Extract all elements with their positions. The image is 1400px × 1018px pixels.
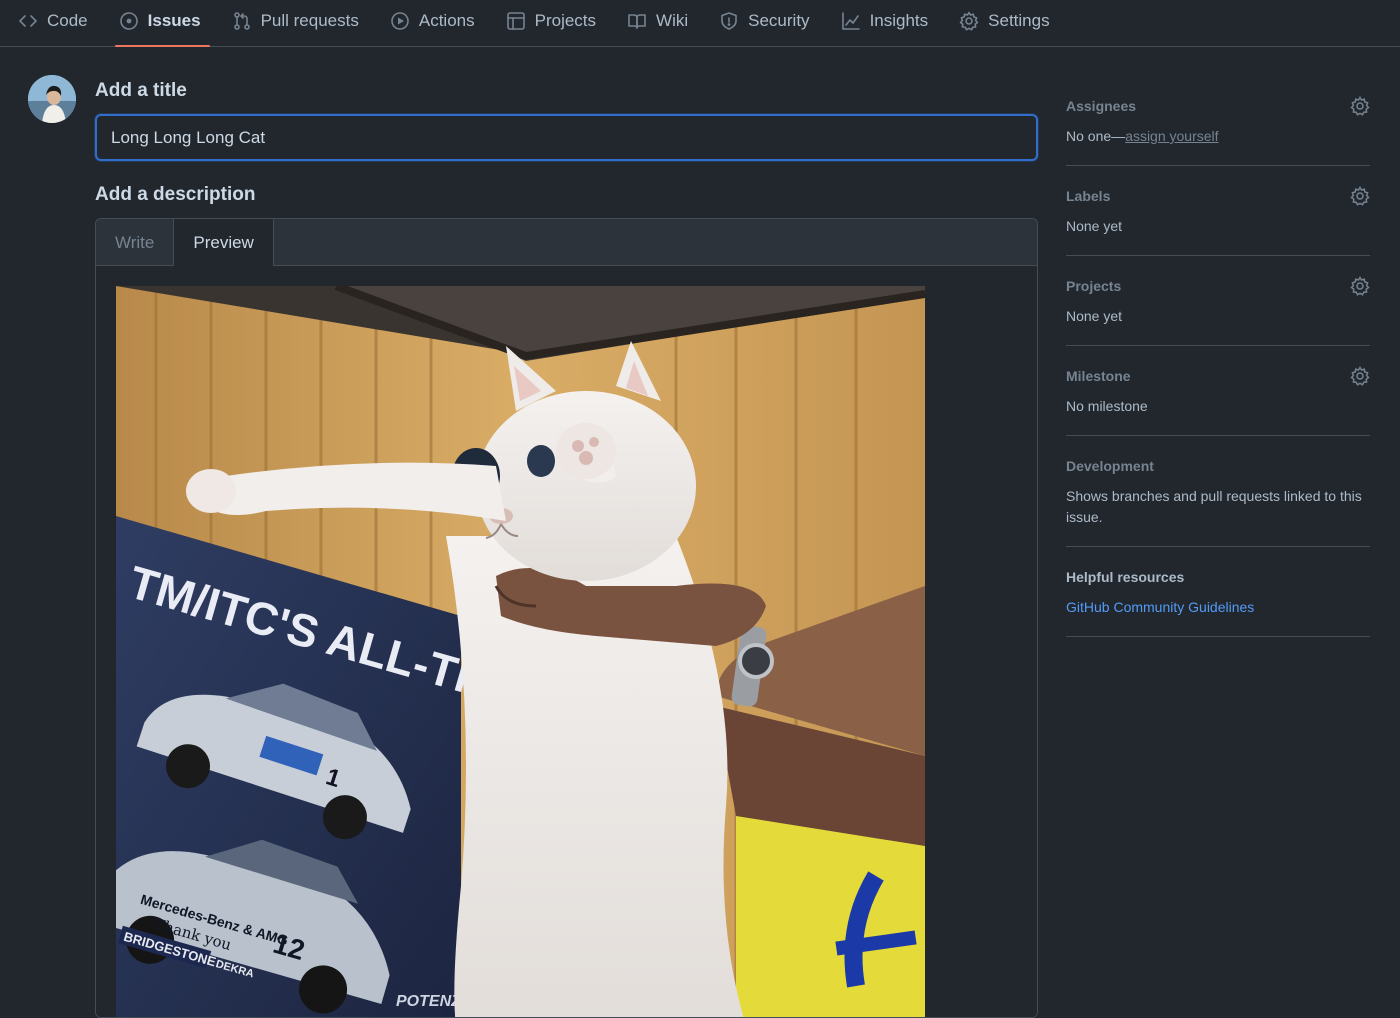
- assignees-title: Assignees: [1066, 98, 1137, 114]
- tab-pull-requests[interactable]: Pull requests: [232, 0, 374, 46]
- projects-gear-button[interactable]: [1350, 276, 1370, 296]
- tab-code[interactable]: Code: [18, 0, 103, 46]
- gear-icon: [1350, 276, 1370, 296]
- labels-gear-button[interactable]: [1350, 186, 1370, 206]
- helpful-resources-section: Helpful resources GitHub Community Guide…: [1066, 547, 1370, 637]
- assign-yourself-link[interactable]: assign yourself: [1125, 128, 1218, 144]
- tab-settings[interactable]: Settings: [959, 0, 1064, 46]
- labels-section: Labels None yet: [1066, 166, 1370, 256]
- projects-title: Projects: [1066, 278, 1122, 294]
- milestone-section: Milestone No milestone: [1066, 346, 1370, 436]
- play-icon: [391, 12, 409, 30]
- cat-gif-image: TM/ITC'S ALL-TIME TOP TEAM. 1 Mercedes-B…: [116, 286, 925, 1017]
- development-value: Shows branches and pull requests linked …: [1066, 488, 1362, 525]
- gear-icon: [1350, 96, 1370, 116]
- tab-issues[interactable]: Issues: [114, 0, 216, 47]
- projects-value: None yet: [1066, 308, 1123, 324]
- tab-wiki[interactable]: Wiki: [627, 0, 703, 46]
- tab-label: Actions: [418, 11, 475, 30]
- projects-section: Projects None yet: [1066, 256, 1370, 346]
- graph-icon: [841, 12, 860, 30]
- tab-insights[interactable]: Insights: [841, 0, 944, 46]
- shield-icon: [721, 12, 737, 30]
- book-icon: [628, 14, 646, 29]
- tab-label: Pull requests: [260, 11, 359, 30]
- title-input[interactable]: [95, 114, 1038, 161]
- assignees-none-text: No one—: [1066, 128, 1126, 144]
- development-section: Development Shows branches and pull requ…: [1066, 436, 1370, 547]
- tab-actions[interactable]: Actions: [390, 0, 490, 46]
- tab-label: Security: [748, 11, 810, 30]
- table-icon: [506, 12, 525, 30]
- assignees-section: Assignees No one—assign yourself: [1066, 86, 1370, 166]
- tab-label: Settings: [988, 11, 1050, 30]
- description-editor: Write Preview TM/ITC'S ALL-TIME TOP TEAM…: [95, 218, 1038, 1018]
- helpful-resources-title: Helpful resources: [1066, 569, 1185, 585]
- development-title: Development: [1066, 458, 1154, 474]
- milestone-title: Milestone: [1066, 368, 1131, 384]
- avatar[interactable]: [28, 75, 76, 123]
- labels-value: None yet: [1066, 218, 1123, 234]
- issue-sidebar: Assignees No one—assign yourself Labels …: [1066, 86, 1370, 637]
- gear-icon: [1350, 366, 1370, 386]
- description-label: Add a description: [95, 184, 256, 205]
- milestone-value: No milestone: [1066, 398, 1148, 414]
- tab-projects[interactable]: Projects: [506, 0, 611, 46]
- preview-body: TM/ITC'S ALL-TIME TOP TEAM. 1 Mercedes-B…: [96, 266, 1037, 1017]
- repo-nav: Code Issues Pull requests Actions Projec…: [0, 0, 1400, 47]
- git-pull-request-icon: [233, 12, 250, 30]
- tab-label: Issues: [147, 11, 201, 30]
- tab-label: Code: [47, 11, 88, 30]
- avatar-picture: [28, 75, 76, 123]
- community-guidelines-link[interactable]: GitHub Community Guidelines: [1066, 597, 1370, 618]
- gear-icon: [1350, 186, 1370, 206]
- issue-opened-icon: [119, 12, 138, 30]
- longcat-photo: TM/ITC'S ALL-TIME TOP TEAM. 1 Mercedes-B…: [116, 286, 925, 1017]
- assignees-gear-button[interactable]: [1350, 96, 1370, 116]
- gear-icon: [959, 11, 979, 31]
- code-icon: [19, 15, 37, 27]
- tab-label: Wiki: [656, 11, 689, 30]
- milestone-gear-button[interactable]: [1350, 366, 1370, 386]
- tab-write[interactable]: Write: [96, 219, 173, 266]
- labels-title: Labels: [1066, 188, 1111, 204]
- editor-tabs: Write Preview: [96, 219, 1037, 267]
- assignees-value: No one—assign yourself: [1066, 126, 1370, 147]
- tab-security[interactable]: Security: [719, 0, 824, 46]
- title-label: Add a title: [95, 80, 187, 101]
- tab-label: Projects: [534, 11, 597, 30]
- tab-label: Insights: [869, 11, 929, 30]
- poster-footer: POTENZ: [396, 993, 462, 1010]
- tab-preview[interactable]: Preview: [173, 219, 274, 267]
